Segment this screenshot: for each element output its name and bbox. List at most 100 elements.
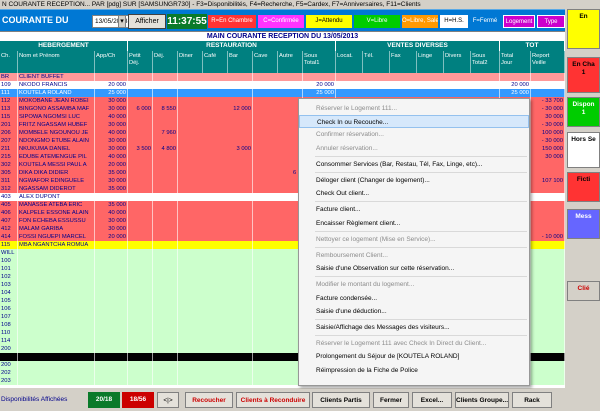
- toolbar-label: COURANTE DU: [2, 15, 69, 25]
- sidebar-label: Mess: [575, 213, 592, 220]
- legend-chip: C=Confirmée: [258, 15, 304, 28]
- legend-chip: O=Libre, Sale: [402, 15, 438, 28]
- clock: 11:37:55: [167, 14, 207, 29]
- column-header[interactable]: Sous Total1: [303, 51, 336, 73]
- legend-chip: Type: [537, 15, 565, 28]
- menu-item[interactable]: Déloger client (Changer de logement)...: [299, 174, 529, 187]
- legend-chip: F=Fermé: [470, 15, 500, 28]
- column-header[interactable]: Linge: [417, 51, 444, 73]
- footer-button[interactable]: Clients Partis: [312, 392, 370, 408]
- menu-item[interactable]: Prolongement du Séjour de [KOUTELA ROLAN…: [299, 350, 529, 363]
- sidebar-label: Clié: [577, 285, 590, 292]
- column-header[interactable]: Total Jour: [500, 51, 531, 73]
- footer-button[interactable]: Clients à Reconduire: [236, 392, 310, 408]
- menu-separator: [315, 201, 527, 203]
- sidebar-label: En: [579, 13, 588, 20]
- footer-button[interactable]: Excel...: [412, 392, 452, 408]
- sidebar-label: En Cha: [572, 61, 595, 68]
- column-header[interactable]: Café: [203, 51, 228, 73]
- legend-chip: Logement: [503, 15, 535, 28]
- calendar-dropdown-icon[interactable]: ▾: [118, 15, 126, 28]
- cell-rv: [531, 377, 565, 386]
- footer-button[interactable]: Fermer: [373, 392, 409, 408]
- legend-chip: R=En Chambre: [208, 15, 256, 28]
- column-group: VENTES DIVERSES: [336, 41, 500, 51]
- menu-item[interactable]: Facture condensée...: [299, 292, 529, 305]
- column-header[interactable]: Divers: [444, 51, 471, 73]
- sidebar-label: Dispon: [572, 101, 595, 108]
- legend-chip: V=Libre: [354, 15, 400, 28]
- column-header[interactable]: Petit Déj.: [128, 51, 153, 73]
- column-group: RESTAURATION: [128, 41, 336, 51]
- show-button[interactable]: Afficher: [128, 14, 166, 29]
- column-header[interactable]: Locat.: [336, 51, 363, 73]
- column-header[interactable]: Ch.: [0, 51, 18, 73]
- footer-button[interactable]: Recoucher: [185, 392, 233, 408]
- menu-item[interactable]: Consommer Services (Bar, Restau, Tél, Fa…: [299, 158, 529, 171]
- count-badge-rooms: 20/18: [88, 392, 120, 408]
- sidebar-label: Ficti: [576, 176, 591, 183]
- menu-item[interactable]: Facture client...: [299, 203, 529, 216]
- menu-separator: [315, 230, 527, 232]
- column-header[interactable]: Diner: [178, 51, 203, 73]
- cell-ch: 203: [0, 377, 18, 386]
- window-title: N COURANTE RECEPTION... PAR [pdg] SUR [S…: [0, 0, 600, 9]
- sidebar-value: 1: [581, 69, 586, 76]
- legend-chip: H=H.S.: [440, 15, 468, 28]
- footer-bar: Disponibilités Affichées 20/18 18/56 <|>…: [0, 389, 565, 411]
- column-header[interactable]: Tél.: [363, 51, 390, 73]
- cell-pd: [128, 377, 153, 386]
- sidebar-status-box: Ficti: [567, 172, 600, 202]
- menu-item: Confirmer réservation...: [316, 131, 384, 139]
- menu-item[interactable]: Check In ou Recouche...: [299, 115, 529, 129]
- sidebar-status-box: En Cha 1: [567, 57, 600, 93]
- cell-app: [95, 377, 128, 386]
- column-header[interactable]: App/Ch: [95, 51, 128, 73]
- column-header[interactable]: Déj.: [153, 51, 178, 73]
- menu-item: Annuler réservation...: [316, 144, 378, 152]
- sidebar-value: 1: [581, 109, 586, 116]
- menu-item: Modifier le montant du logement...: [316, 281, 415, 289]
- menu-item: Réserver le Logement 111 avec Check In D…: [316, 340, 487, 348]
- column-group: HEBERGEMENT: [0, 41, 128, 51]
- context-menu: Réserver le Logement 111... Check In ou R…: [298, 98, 530, 386]
- sidebar-status-box: Clié: [567, 281, 600, 301]
- menu-item: Remboursement Client...: [316, 252, 388, 259]
- cell-bar: [228, 377, 253, 386]
- cell-dej: [153, 377, 178, 386]
- sidebar-status-box: Mess: [567, 209, 600, 239]
- sidebar-label: Hors Se: [571, 136, 596, 143]
- toolbar: COURANTE DU 13/05/2013 ▾ Afficher 11:37:…: [0, 9, 565, 31]
- footer-button[interactable]: Clients Groupe...: [455, 392, 509, 408]
- column-header[interactable]: Sous Total2: [471, 51, 500, 73]
- menu-item[interactable]: Saisie/Affichage des Messages des visite…: [299, 321, 529, 334]
- menu-separator: [315, 319, 527, 320]
- sidebar-status-box: En: [567, 9, 600, 49]
- status-text: Disponibilités Affichées: [1, 392, 86, 408]
- legend-chip: J=Attendu: [306, 15, 352, 28]
- cell-name: [18, 377, 95, 386]
- footer-button[interactable]: Rack: [512, 392, 552, 408]
- menu-item[interactable]: Check Out client...: [299, 187, 529, 200]
- nav-button[interactable]: <|>: [157, 392, 179, 408]
- menu-separator: [315, 155, 527, 157]
- menu-item[interactable]: Saisie d'une déduction...: [299, 305, 529, 318]
- count-badge-occupancy: 18/56: [122, 392, 154, 408]
- column-header[interactable]: Report Veille: [531, 51, 565, 73]
- menu-separator: [315, 247, 527, 248]
- menu-item: Réserver le Logement 111...: [316, 105, 398, 112]
- column-header[interactable]: Bar: [228, 51, 253, 73]
- column-header[interactable]: Autre: [278, 51, 303, 73]
- grid-title: MAIN COURANTE RECEPTION DU 13/05/2013: [206, 33, 359, 40]
- menu-item[interactable]: Encaisser Règlement client...: [299, 217, 529, 230]
- menu-item[interactable]: Saisie d'une Observation sur cette réser…: [299, 262, 529, 275]
- column-header[interactable]: Fax: [390, 51, 417, 73]
- menu-item: Nettoyer ce logement (Mise en Service)..…: [316, 235, 436, 243]
- sidebar-status-box: Hors Se: [567, 132, 600, 168]
- menu-separator: [315, 335, 527, 337]
- menu-item[interactable]: Réimpression de la Fiche de Police: [299, 364, 529, 377]
- column-header[interactable]: Nom et Prénom: [18, 51, 95, 73]
- column-header[interactable]: Cave: [253, 51, 278, 73]
- menu-separator: [315, 276, 527, 278]
- sidebar-status-box: Dispon 1: [567, 97, 600, 127]
